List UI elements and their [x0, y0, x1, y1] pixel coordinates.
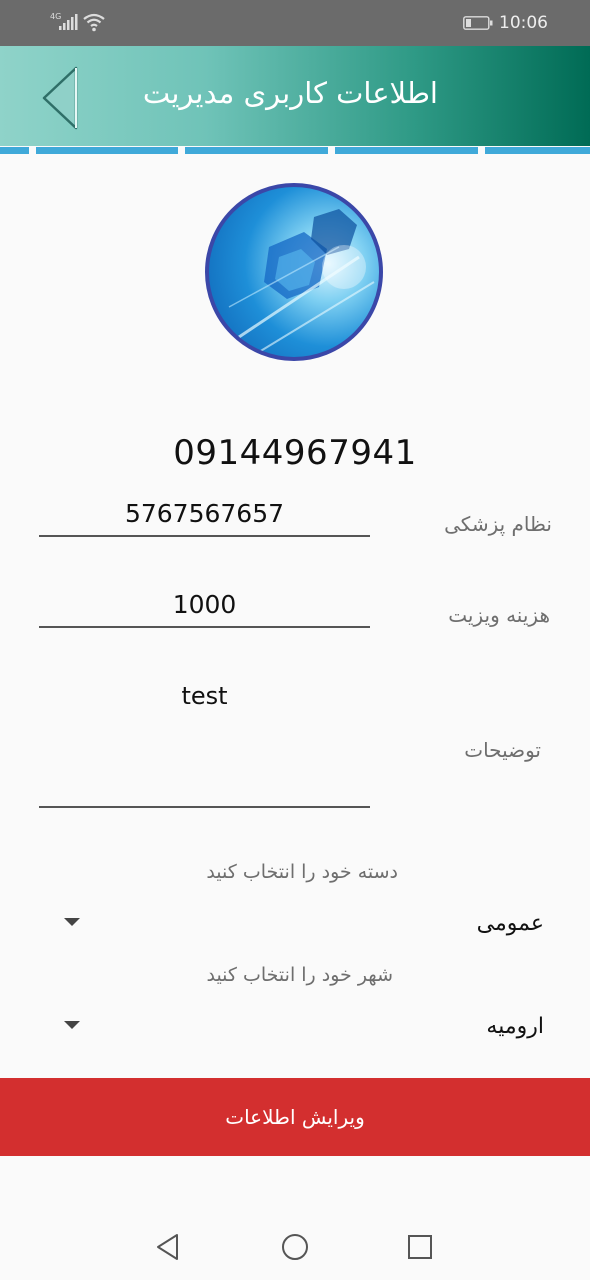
city-select[interactable]: ارومیه — [486, 1014, 544, 1039]
signal-icon — [59, 14, 78, 30]
system-nav-bar — [0, 1200, 590, 1280]
avatar-graphic — [228, 209, 375, 353]
tab-indicator — [0, 147, 29, 154]
tab-indicator — [335, 147, 478, 154]
clock: 10:06 — [499, 13, 548, 33]
city-hint: شهر خود را انتخاب کنید — [206, 964, 393, 986]
nav-home-icon[interactable] — [280, 1232, 310, 1262]
city-dropdown-icon[interactable] — [64, 1021, 80, 1029]
visit-fee-input[interactable]: 1000 — [39, 590, 370, 619]
description-underline — [39, 806, 370, 808]
app-bar: اطلاعات کاربری مدیریت — [0, 46, 590, 146]
battery-icon — [463, 16, 493, 30]
tab-strip — [0, 147, 590, 155]
category-select[interactable]: عمومی — [477, 911, 544, 936]
back-arrow-icon[interactable] — [38, 64, 82, 132]
profile-avatar[interactable] — [205, 183, 383, 361]
category-hint: دسته خود را انتخاب کنید — [206, 861, 398, 883]
description-input[interactable]: test — [39, 682, 370, 710]
description-label: توضیحات — [464, 738, 541, 762]
phone-number: 09144967941 — [173, 433, 417, 473]
medical-council-underline — [39, 535, 370, 537]
page-title: اطلاعات کاربری مدیریت — [142, 76, 438, 110]
tab-indicator — [485, 147, 590, 154]
medical-council-label: نظام پزشکی — [444, 512, 552, 536]
wifi-icon — [83, 13, 105, 32]
category-dropdown-icon[interactable] — [64, 918, 80, 926]
medical-council-input[interactable]: 5767567657 — [39, 499, 370, 528]
edit-info-button[interactable]: ویرایش اطلاعات — [0, 1078, 590, 1156]
nav-back-icon[interactable] — [153, 1232, 183, 1262]
nav-recents-icon[interactable] — [405, 1232, 435, 1262]
visit-fee-underline — [39, 626, 370, 628]
tab-indicator — [36, 147, 178, 154]
visit-fee-label: هزینه ویزیت — [448, 603, 550, 627]
tab-indicator — [185, 147, 328, 154]
status-bar: 4G 10:06 — [0, 0, 590, 46]
